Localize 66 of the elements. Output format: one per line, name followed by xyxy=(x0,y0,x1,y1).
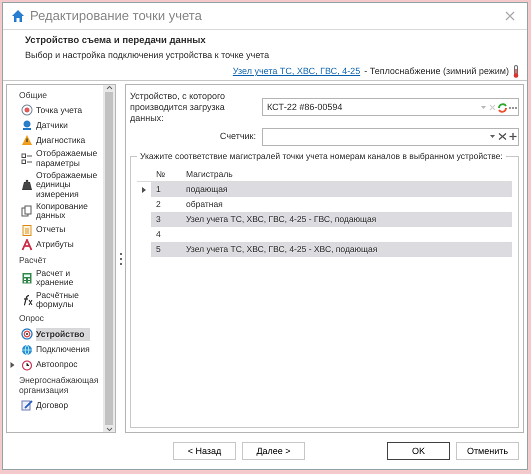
weight-icon xyxy=(21,179,33,192)
section-title: Устройство съема и передачи данных xyxy=(25,35,207,46)
plus-icon xyxy=(508,132,518,142)
nav-item[interactable]: Диагностика xyxy=(36,136,86,146)
meter-field[interactable] xyxy=(262,128,519,146)
nav-group-label: Расчёт xyxy=(18,254,48,267)
nav-item[interactable]: Расчётные формулы xyxy=(36,290,101,310)
dialog-button[interactable]: Отменить xyxy=(456,442,519,460)
alarm-clock-icon xyxy=(21,358,33,371)
group-caption: Укажите соответствие магистралей точки учета номерам каналов в выбранном устройстве: xyxy=(137,150,506,162)
expand-arrow-icon[interactable] xyxy=(10,362,15,368)
dialog-button[interactable]: < Назад xyxy=(173,442,236,460)
checklist-icon xyxy=(21,152,33,165)
calculator-icon xyxy=(21,272,33,284)
house-icon xyxy=(11,9,25,23)
row-pointer-icon xyxy=(142,186,146,193)
nav-group-label: Опрос xyxy=(18,312,45,326)
nav-item[interactable]: Отчеты xyxy=(36,225,66,234)
scroll-down-icon xyxy=(106,427,112,432)
target-icon xyxy=(21,104,33,116)
nav-item[interactable]: Договор xyxy=(36,400,68,410)
scrollbar[interactable] xyxy=(103,85,115,432)
dialog-button[interactable]: Далее > xyxy=(242,442,305,460)
clear-icon xyxy=(497,132,508,142)
function-icon xyxy=(21,294,33,306)
scroll-up-icon xyxy=(106,85,112,90)
globe-icon xyxy=(21,344,33,356)
nav-item[interactable]: Автоопрос xyxy=(36,360,78,370)
close-icon xyxy=(505,10,515,21)
table-cell: подающая xyxy=(181,182,512,197)
nav-group-label: Общие xyxy=(18,89,48,102)
clear-icon xyxy=(488,102,497,112)
table-cell: 2 xyxy=(151,196,181,212)
nav-item[interactable]: Расчет и хранение xyxy=(36,268,101,288)
dialog-button[interactable]: OK xyxy=(387,442,450,460)
device-field[interactable]: КСТ-22 #86-00594 xyxy=(262,98,519,116)
nav-item[interactable]: Устройство xyxy=(36,328,90,341)
nav-item[interactable]: Точка учета xyxy=(36,106,82,116)
table-cell: обратная xyxy=(181,196,512,212)
table-cell: Узел учета ТС, ХВС, ГВС, 4-25 - ГВС, подающая xyxy=(181,212,512,227)
table-cell: 3 xyxy=(151,212,181,227)
metering-node-link[interactable]: Узел учета ТС, ХВС, ГВС, 4-25 xyxy=(232,66,360,78)
meter-label: Счетчик: xyxy=(218,131,256,142)
nav-item[interactable]: Атрибуты xyxy=(36,240,74,250)
section-subtitle: Выбор и настройка подключения устройства к точке учета xyxy=(25,50,270,62)
nav-item[interactable]: Отображаемые единицы измерения xyxy=(36,171,101,200)
nav-item[interactable]: Подключения xyxy=(36,345,90,355)
nav-item[interactable]: Отображаемые параметры xyxy=(36,149,101,168)
thermometer-icon xyxy=(513,65,519,78)
letter-a-icon xyxy=(21,238,33,251)
copy-icon xyxy=(21,205,33,218)
device-label: Устройство, с которого производится загрузка данных: xyxy=(130,91,226,124)
warning-icon xyxy=(21,134,33,146)
window-title: Редактирование точки учета xyxy=(30,8,202,24)
refresh-icon xyxy=(497,102,508,113)
pen-document-icon xyxy=(21,399,33,412)
clipboard-icon xyxy=(21,224,33,236)
nav-item[interactable]: Копирование данных xyxy=(36,202,101,221)
table-cell: 4 xyxy=(151,226,181,242)
table-cell: 5 xyxy=(151,242,181,257)
table-cell: Узел учета ТС, ХВС, ГВС, 4-25 - ХВС, подающая xyxy=(181,242,512,257)
heat-supply-mode: - Теплоснабжение (зимний режим) xyxy=(364,66,509,78)
nav-group-label: Энергоснабжающая организация xyxy=(18,374,100,398)
nav-item[interactable]: Датчики xyxy=(36,120,68,130)
table-cell: 1 xyxy=(151,182,181,197)
device-value: КСТ-22 #86-00594 xyxy=(267,102,344,113)
